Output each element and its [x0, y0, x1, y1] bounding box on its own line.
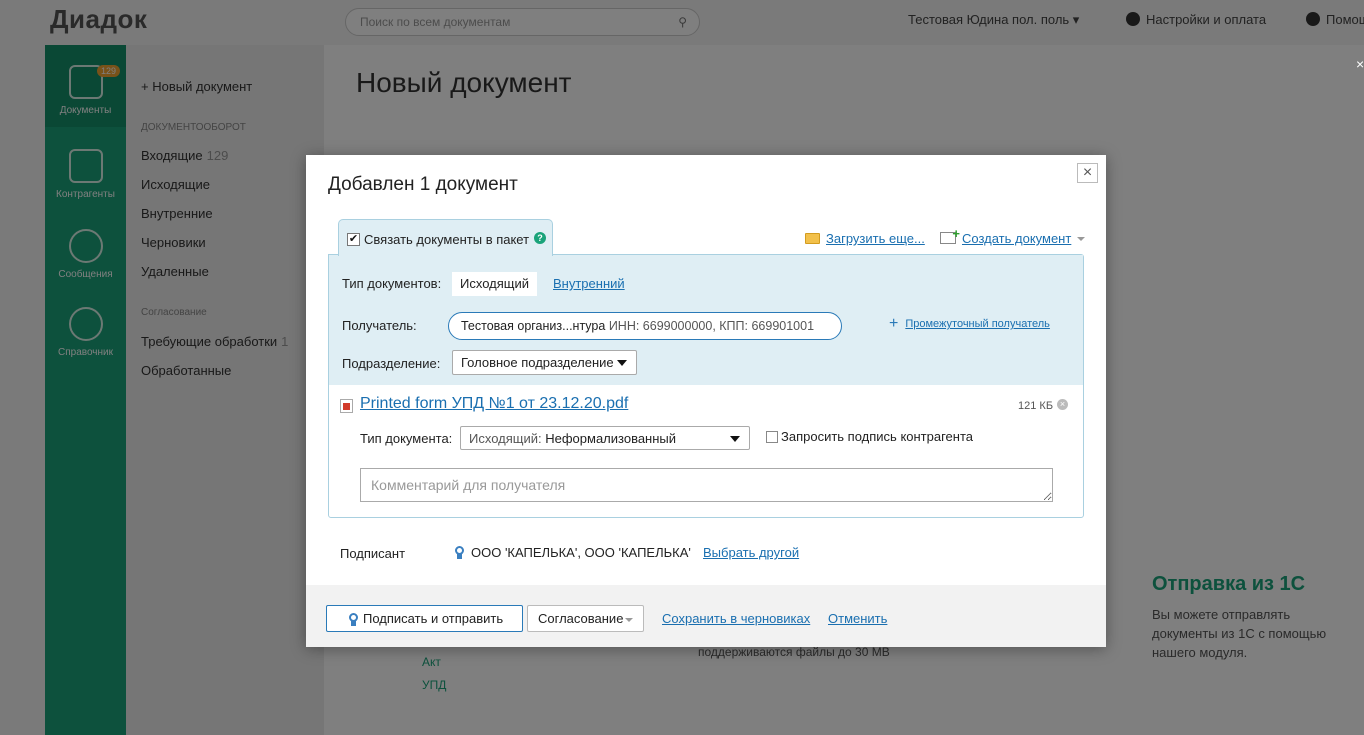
document-type-label: Тип документа: — [360, 431, 453, 446]
upload-more-link[interactable]: Загрузить еще... — [805, 231, 925, 246]
intermediate-recipient-link[interactable]: + Промежуточный получатель — [889, 315, 1050, 333]
comment-field[interactable] — [360, 468, 1053, 502]
file-link[interactable]: Printed form УПД №1 от 23.12.20.pdf — [360, 395, 628, 413]
document-type-select[interactable]: Исходящий: Неформализованный — [460, 426, 750, 450]
department-select[interactable]: Головное подразделение — [452, 350, 637, 375]
help-icon[interactable]: ? — [534, 232, 546, 244]
doc-type-outgoing[interactable]: Исходящий — [452, 272, 537, 296]
document-type-value: Неформализованный — [545, 431, 677, 446]
certificate-icon — [454, 546, 465, 559]
signer-label: Подписант — [340, 546, 406, 561]
create-document-link[interactable]: Создать документ — [940, 226, 1086, 246]
dialog-title: Добавлен 1 документ — [328, 174, 518, 195]
request-signature-label[interactable]: Запросить подпись контрагента — [781, 429, 973, 444]
document-type-prefix: Исходящий: — [469, 431, 542, 446]
department-value: Головное подразделение — [461, 355, 614, 370]
approval-label: Согласование — [538, 611, 624, 626]
document-package: Тип документов: Исходящий Внутренний Пол… — [328, 254, 1084, 518]
upload-more-label: Загрузить еще... — [826, 231, 925, 246]
request-signature-checkbox[interactable] — [766, 431, 778, 443]
new-document-icon — [940, 226, 960, 244]
bundle-tab[interactable]: ✔ Связать документы в пакет ? — [338, 219, 553, 256]
signer-name: ООО 'КАПЕЛЬКА', ООО 'КАПЕЛЬКА' — [471, 545, 691, 560]
save-draft-link[interactable]: Сохранить в черновиках — [662, 611, 810, 626]
recipient-name: Тестовая организ...нтура — [461, 319, 606, 333]
file-size: 121 КБ — [1018, 400, 1054, 412]
sign-and-send-button[interactable]: Подписать и отправить — [326, 605, 523, 632]
department-label: Подразделение: — [342, 356, 441, 371]
doc-types-label: Тип документов: — [342, 276, 442, 291]
pdf-file-icon — [340, 399, 353, 413]
close-button[interactable]: × — [1077, 163, 1098, 183]
remove-file-icon[interactable]: × — [1057, 399, 1068, 410]
folder-icon — [805, 233, 820, 244]
dropdown-arrow-icon — [617, 360, 627, 366]
recipient-details: ИНН: 6699000000, КПП: 669901001 — [608, 319, 815, 333]
certificate-icon — [348, 613, 359, 626]
add-document-dialog: Добавлен 1 документ × ✔ Связать документ… — [306, 155, 1106, 647]
recipient-label: Получатель: — [342, 318, 417, 333]
dialog-footer: Подписать и отправить Согласование Сохра… — [306, 585, 1106, 647]
package-settings: Тип документов: Исходящий Внутренний Пол… — [329, 255, 1083, 385]
sign-and-send-label: Подписать и отправить — [363, 611, 504, 626]
intermediate-recipient-label: Промежуточный получатель — [905, 318, 1050, 330]
chevron-down-icon — [1077, 237, 1086, 241]
cancel-link[interactable]: Отменить — [828, 611, 887, 626]
recipient-field[interactable]: Тестовая организ...нтура ИНН: 6699000000… — [448, 312, 842, 340]
choose-other-signer-link[interactable]: Выбрать другой — [703, 545, 799, 560]
chevron-down-icon — [625, 618, 633, 622]
doc-type-internal[interactable]: Внутренний — [553, 276, 625, 291]
plus-icon: + — [889, 315, 899, 332]
bundle-label: Связать документы в пакет — [364, 232, 530, 247]
dropdown-arrow-icon — [730, 436, 740, 442]
page-close-icon[interactable]: × — [1356, 56, 1364, 72]
create-document-label: Создать документ — [962, 231, 1072, 246]
bundle-checkbox[interactable]: ✔ — [347, 233, 360, 246]
approval-button[interactable]: Согласование — [527, 605, 644, 632]
